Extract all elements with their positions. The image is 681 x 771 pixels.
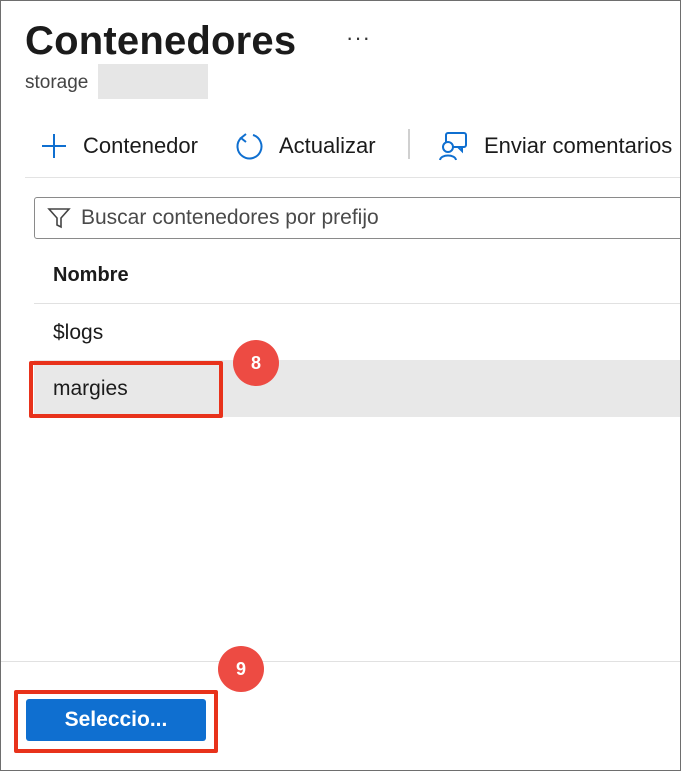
redacted-text	[98, 64, 208, 99]
filter-icon	[47, 208, 71, 229]
add-container-label: Contenedor	[83, 133, 198, 158]
highlight-box-select	[14, 690, 218, 753]
feedback-label: Enviar comentarios	[484, 133, 673, 158]
toolbar-divider-line	[25, 177, 680, 178]
plus-icon	[42, 134, 66, 158]
more-options-button[interactable]: ···	[346, 25, 371, 51]
footer-divider	[1, 661, 680, 662]
toolbar-divider	[408, 129, 410, 159]
list-item[interactable]: $logs	[34, 304, 680, 361]
refresh-button[interactable]: Actualizar	[233, 123, 376, 169]
containers-panel: Contenedores ··· storage Contenedor Actu…	[0, 0, 681, 771]
highlight-box-margies	[29, 361, 223, 418]
search-input[interactable]: Buscar contenedores por prefijo	[34, 197, 680, 239]
step-badge-8: 8	[233, 340, 279, 386]
column-header-name[interactable]: Nombre	[34, 247, 680, 304]
feedback-button[interactable]: Enviar comentarios	[438, 123, 672, 169]
storage-account-name: storage	[25, 72, 89, 93]
refresh-label: Actualizar	[279, 133, 376, 158]
search-placeholder: Buscar contenedores por prefijo	[81, 206, 379, 229]
step-badge-9: 9	[218, 646, 264, 692]
page-title: Contenedores	[25, 19, 297, 63]
feedback-icon	[439, 132, 467, 161]
add-container-button[interactable]: Contenedor	[39, 123, 198, 169]
refresh-icon	[236, 133, 263, 160]
toolbar: Contenedor Actualizar Enviar comentarios	[1, 123, 680, 171]
